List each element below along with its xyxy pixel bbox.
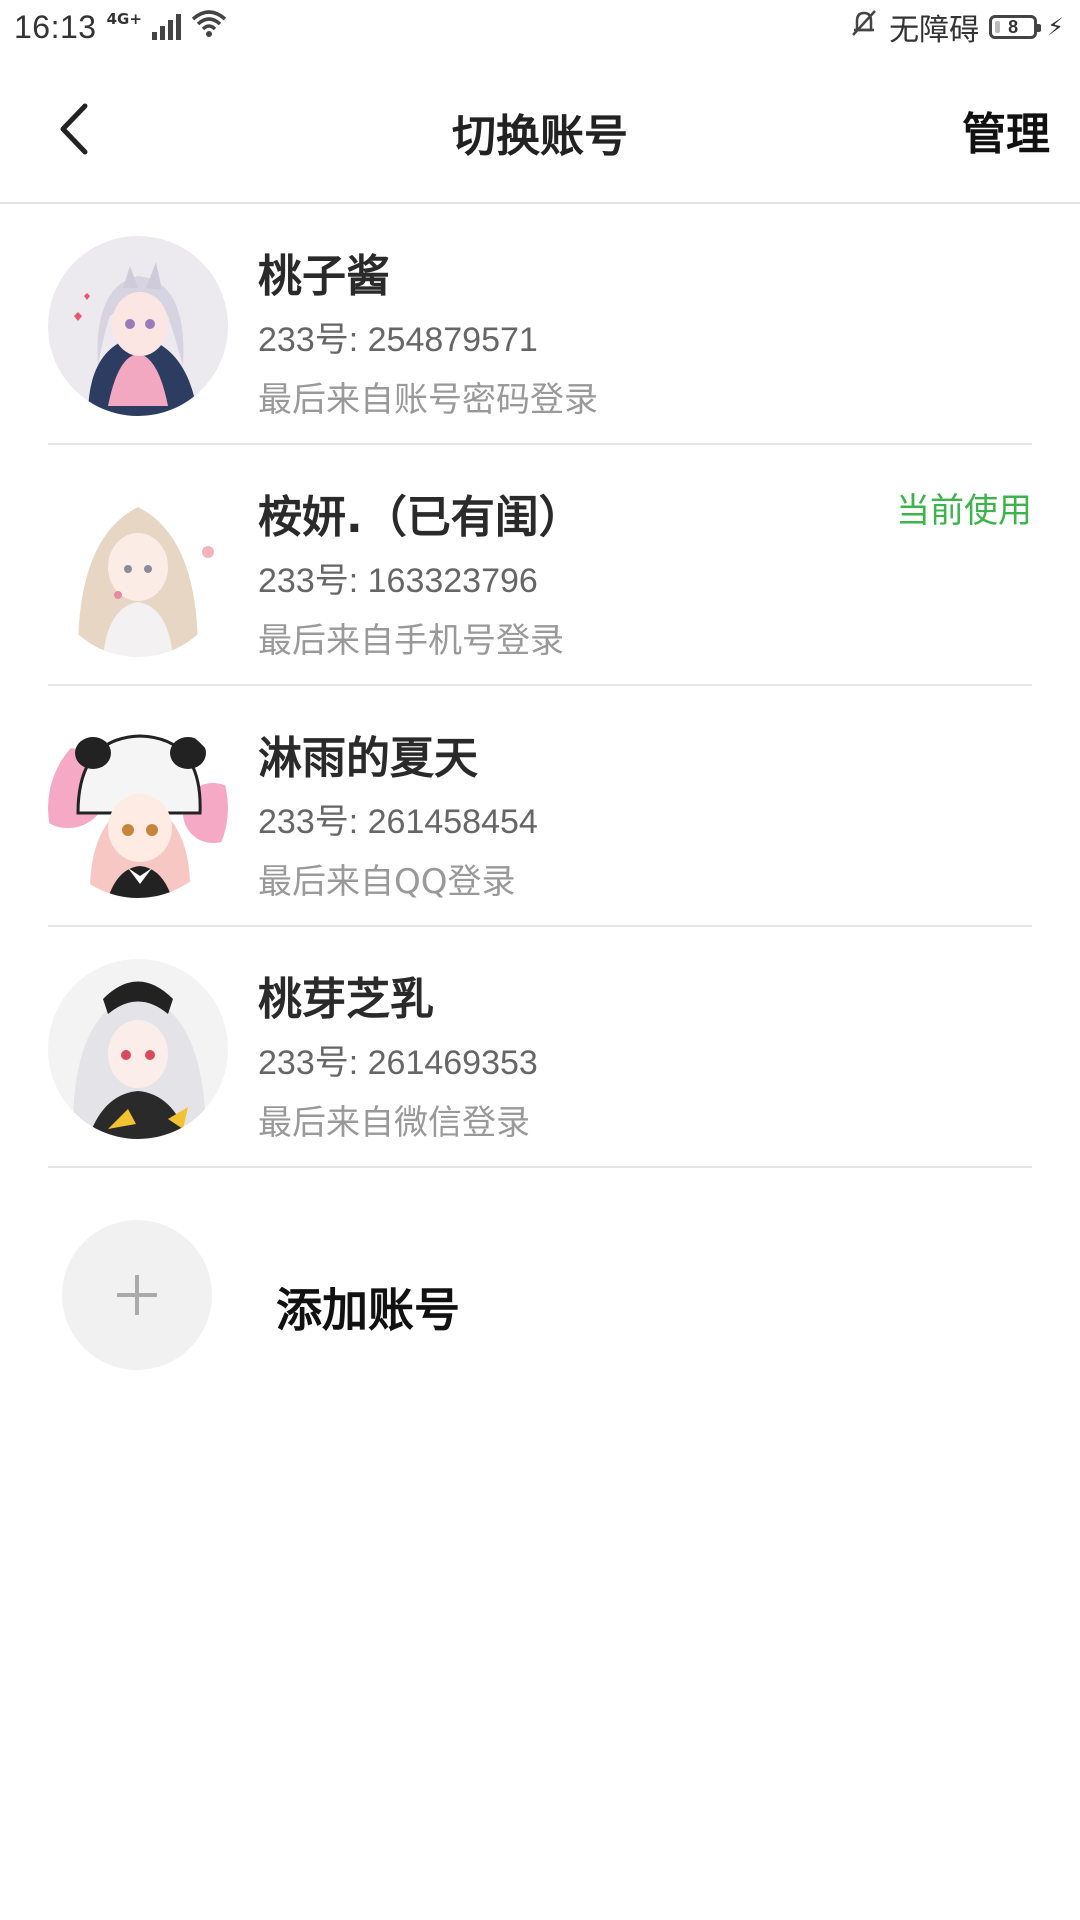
signal-icon bbox=[151, 14, 181, 40]
account-name: 桃子酱 bbox=[258, 251, 390, 302]
account-name: 桉妍.（已有闺） bbox=[258, 492, 583, 543]
title-bar: 切换账号 管理 bbox=[0, 54, 1080, 204]
account-item[interactable]: 桃子酱 233号: 254879571 最后来自账号密码登录 bbox=[48, 204, 1032, 445]
status-time: 16:13 bbox=[14, 8, 97, 45]
account-id: 233号: 261458454 bbox=[258, 803, 538, 841]
account-login-method: 最后来自微信登录 bbox=[258, 1103, 530, 1143]
account-item[interactable]: 淋雨的夏天 233号: 261458454 最后来自QQ登录 bbox=[48, 686, 1032, 927]
account-item[interactable]: 桃芽芝乳 233号: 261469353 最后来自微信登录 bbox=[48, 927, 1032, 1168]
status-bar: 16:13 4G+ 无障碍 8 ⚡ bbox=[0, 0, 1080, 54]
account-login-method: 最后来自手机号登录 bbox=[258, 621, 564, 661]
accessibility-text: 无障碍 bbox=[889, 13, 980, 48]
page-title: 切换账号 bbox=[452, 111, 628, 162]
account-name: 桃芽芝乳 bbox=[258, 974, 434, 1025]
account-login-method: 最后来自账号密码登录 bbox=[258, 380, 598, 420]
add-account-button[interactable]: 添加账号 bbox=[48, 1170, 1032, 1370]
account-id: 233号: 163323796 bbox=[258, 562, 538, 600]
charging-bolt-icon: ⚡ bbox=[1047, 13, 1064, 41]
battery-level: 8 bbox=[1008, 16, 1019, 37]
silent-bell-icon bbox=[849, 8, 879, 46]
account-id: 233号: 261469353 bbox=[258, 1044, 538, 1082]
account-item[interactable]: 桉妍.（已有闺） 当前使用 233号: 163323796 最后来自手机号登录 bbox=[48, 445, 1032, 686]
wifi-icon bbox=[191, 9, 227, 45]
account-name: 淋雨的夏天 bbox=[258, 733, 478, 784]
avatar bbox=[48, 236, 228, 416]
plus-icon bbox=[117, 1275, 157, 1315]
add-account-circle[interactable] bbox=[62, 1220, 212, 1370]
account-login-method: 最后来自QQ登录 bbox=[258, 862, 516, 902]
current-account-badge: 当前使用 bbox=[896, 491, 1032, 531]
avatar bbox=[48, 959, 228, 1139]
account-id: 233号: 254879571 bbox=[258, 321, 538, 359]
add-account-label: 添加账号 bbox=[276, 1283, 460, 1337]
avatar bbox=[48, 477, 228, 657]
status-bar-right: 无障碍 8 ⚡ bbox=[849, 5, 1064, 49]
battery-icon: 8 ⚡ bbox=[989, 13, 1064, 41]
network-type: 4G+ bbox=[106, 9, 142, 28]
account-list: 桃子酱 233号: 254879571 最后来自账号密码登录 桉妍.（已有闺） … bbox=[48, 204, 1032, 1168]
avatar bbox=[48, 718, 228, 898]
status-bar-left: 16:13 4G+ bbox=[14, 9, 227, 46]
manage-button[interactable]: 管理 bbox=[962, 98, 1050, 162]
